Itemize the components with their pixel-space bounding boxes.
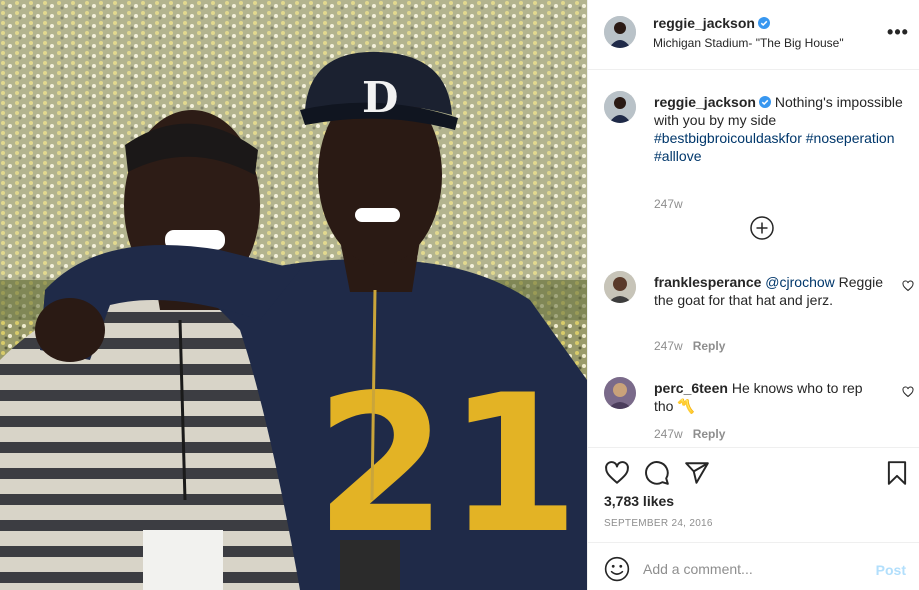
caption-timestamp[interactable]: 247w xyxy=(654,197,683,211)
comment-item: franklesperance @cjrochow Reggie the goa… xyxy=(604,271,914,353)
post-location[interactable]: Michigan Stadium- "The Big House" xyxy=(653,36,844,50)
caption-avatar[interactable] xyxy=(604,91,636,123)
hashtag-link[interactable]: #alllove xyxy=(654,148,701,164)
caption-text-block: reggie_jackson Nothing's impossible with… xyxy=(654,93,914,165)
author-username[interactable]: reggie_jackson xyxy=(653,15,770,31)
post-details-panel: reggie_jackson Michigan Stadium- "The Bi… xyxy=(587,0,919,590)
more-icon[interactable]: ••• xyxy=(886,22,910,46)
likes-count[interactable]: 3,783 likes xyxy=(604,493,674,509)
comments-thread[interactable]: reggie_jackson Nothing's impossible with… xyxy=(588,71,919,447)
caption-username[interactable]: reggie_jackson xyxy=(654,94,756,110)
comment-text-block: franklesperance @cjrochow Reggie the goa… xyxy=(654,273,884,309)
post-header: reggie_jackson Michigan Stadium- "The Bi… xyxy=(588,0,919,70)
comment-like-heart-icon[interactable] xyxy=(902,280,914,292)
comment-like-heart-icon[interactable] xyxy=(902,386,914,398)
commenter-avatar[interactable] xyxy=(604,271,636,303)
hashtag-link[interactable]: #bestbigbroicouldaskfor xyxy=(654,130,802,146)
post-photo-illustration: D 21 xyxy=(0,0,587,590)
comment-icon[interactable] xyxy=(644,460,670,486)
hashtag-link[interactable]: #noseperation xyxy=(806,130,895,146)
commenter-username[interactable]: perc_6teen xyxy=(654,380,728,396)
reply-button[interactable]: Reply xyxy=(693,427,726,441)
author-username-text[interactable]: reggie_jackson xyxy=(653,15,755,31)
verified-badge-icon xyxy=(758,96,771,108)
comment-timestamp[interactable]: 247w xyxy=(654,339,683,353)
comment-item: perc_6teen He knows who to rep tho 〽️ 24… xyxy=(604,377,914,447)
emoji-icon[interactable] xyxy=(604,556,630,582)
comment-input[interactable] xyxy=(643,555,858,583)
commenter-avatar[interactable] xyxy=(604,377,636,409)
author-avatar[interactable] xyxy=(604,16,636,48)
load-more-icon[interactable] xyxy=(750,216,774,240)
verified-badge-icon xyxy=(757,17,770,29)
comment-meta: 247w Reply xyxy=(654,339,725,353)
post-comment-button[interactable]: Post xyxy=(876,562,906,578)
comment-meta: 247w Reply xyxy=(654,427,725,441)
comment-text-block: perc_6teen He knows who to rep tho 〽️ xyxy=(654,379,884,415)
comment-timestamp[interactable]: 247w xyxy=(654,427,683,441)
share-icon[interactable] xyxy=(684,460,710,486)
commenter-username[interactable]: franklesperance xyxy=(654,274,761,290)
heart-icon[interactable] xyxy=(604,460,630,486)
post-actions: 3,783 likes SEPTEMBER 24, 2016 xyxy=(588,447,919,542)
reply-button[interactable]: Reply xyxy=(693,339,726,353)
post-date[interactable]: SEPTEMBER 24, 2016 xyxy=(604,518,713,529)
post-photo[interactable]: D 21 xyxy=(0,0,587,590)
add-comment-bar: Post xyxy=(588,542,919,590)
cap-logo: D xyxy=(362,73,398,122)
comment-mention[interactable]: @cjrochow xyxy=(765,274,834,290)
bookmark-icon[interactable] xyxy=(884,460,910,486)
